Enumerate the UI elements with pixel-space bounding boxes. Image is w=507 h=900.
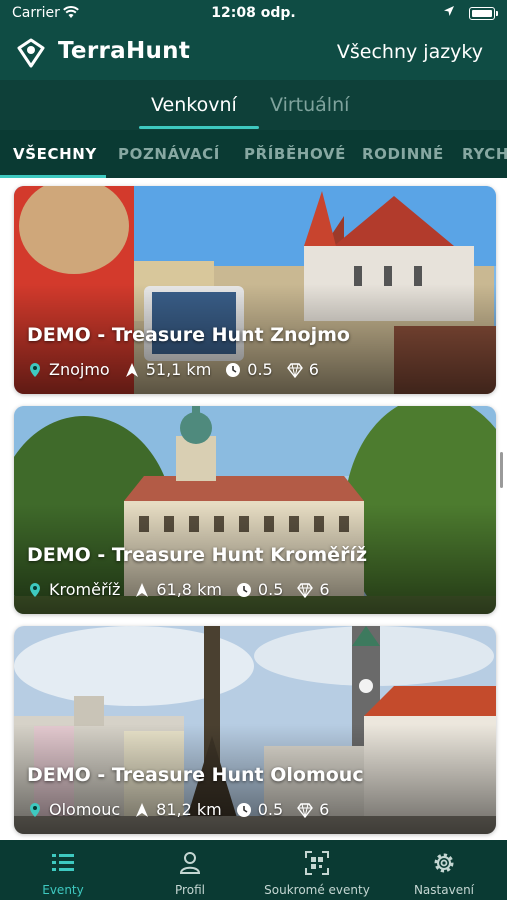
event-meta: Znojmo 51,1 km 0.5 6: [27, 360, 333, 379]
location-arrow-icon: [444, 6, 454, 16]
app-title: TerraHunt: [58, 38, 191, 64]
category-tab-pribehove[interactable]: PŘÍBĚHOVÉ: [244, 145, 346, 163]
event-meta: Olomouc 81,2 km 0.5 6: [27, 800, 343, 819]
event-distance: 51,1 km: [145, 360, 212, 379]
nav-label: Nastavení: [413, 883, 475, 897]
event-location: Znojmo: [49, 360, 110, 379]
language-selector-button[interactable]: Všechny jazyky: [337, 41, 483, 63]
event-gems: 6: [319, 800, 330, 819]
nav-label: Soukromé eventy: [264, 883, 370, 897]
event-gems: 6: [319, 580, 330, 599]
nav-eventy[interactable]: Eventy: [0, 840, 126, 900]
event-distance: 61,8 km: [156, 580, 222, 599]
clock-icon: [226, 362, 241, 377]
event-card-kromeriz[interactable]: DEMO - Treasure Hunt Kroměříž Kroměříž 6…: [14, 406, 496, 614]
event-title: DEMO - Treasure Hunt Kroměříž: [27, 544, 368, 566]
event-card-olomouc[interactable]: DEMO - Treasure Hunt Olomouc Olomouc 81,…: [14, 626, 496, 834]
status-bar: Carrier 12:08 odp.: [0, 0, 507, 28]
status-time: 12:08 odp.: [211, 5, 296, 21]
battery-icon: [469, 7, 498, 20]
event-duration: 0.5: [257, 800, 284, 819]
location-pin-icon: [30, 362, 40, 377]
profile-icon: [179, 852, 201, 874]
category-tabs: VŠECHNY POZNÁVACÍ PŘÍBĚHOVÉ RODINNÉ RYCH: [0, 130, 507, 178]
qr-scan-icon: [305, 851, 329, 875]
event-gems: 6: [308, 360, 319, 379]
distance-arrow-icon: [136, 582, 149, 597]
active-tab-indicator: [139, 126, 259, 129]
event-location: Olomouc: [49, 800, 121, 819]
nav-profil[interactable]: Profil: [127, 840, 253, 900]
event-list[interactable]: DEMO - Treasure Hunt Znojmo Znojmo 51,1 …: [0, 178, 507, 840]
event-location: Kroměříž: [49, 580, 121, 599]
list-icon: [52, 854, 74, 871]
tab-virtualni[interactable]: Virtuální: [270, 94, 349, 116]
tab-venkovni[interactable]: Venkovní: [151, 94, 237, 116]
distance-arrow-icon: [125, 362, 138, 377]
diamond-icon: [297, 802, 314, 818]
location-pin-icon: [30, 802, 40, 817]
location-pin-icon: [30, 582, 40, 597]
nav-label: Eventy: [42, 883, 84, 897]
scrollbar[interactable]: [500, 452, 503, 488]
category-tab-rychle[interactable]: RYCH: [462, 145, 507, 163]
event-distance: 81,2 km: [156, 800, 222, 819]
event-meta: Kroměříž 61,8 km 0.5 6: [27, 580, 344, 599]
distance-arrow-icon: [136, 802, 149, 817]
event-card-znojmo[interactable]: DEMO - Treasure Hunt Znojmo Znojmo 51,1 …: [14, 186, 496, 394]
nav-nastaveni[interactable]: Nastavení: [381, 840, 507, 900]
nav-soukrome-eventy[interactable]: Soukromé eventy: [254, 840, 380, 900]
mode-tabs: Venkovní Virtuální: [0, 80, 507, 130]
nav-label: Profil: [175, 883, 205, 897]
event-duration: 0.5: [257, 580, 284, 599]
category-tab-rodinne[interactable]: RODINNÉ: [362, 145, 444, 163]
event-title: DEMO - Treasure Hunt Olomouc: [27, 764, 364, 786]
diamond-icon: [297, 582, 314, 598]
bottom-navigation: Eventy Profil Soukromé eventy Nastavení: [0, 840, 507, 900]
clock-icon: [236, 802, 251, 817]
event-duration: 0.5: [247, 360, 273, 379]
app-header: TerraHunt Všechny jazyky: [0, 28, 507, 80]
event-title: DEMO - Treasure Hunt Znojmo: [27, 324, 350, 346]
category-tab-poznavaci[interactable]: POZNÁVACÍ: [118, 145, 220, 163]
shield-pin-icon: [17, 38, 45, 68]
diamond-icon: [286, 362, 303, 378]
category-tab-vsechny[interactable]: VŠECHNY: [13, 145, 97, 163]
clock-icon: [236, 582, 251, 597]
gear-icon: [434, 853, 454, 873]
